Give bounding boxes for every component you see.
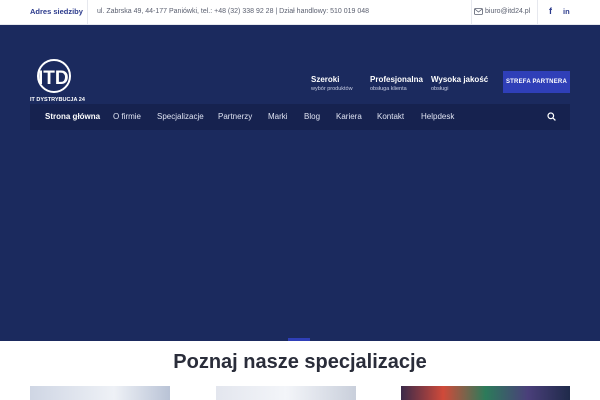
facebook-icon[interactable]: f: [549, 6, 552, 16]
specialization-card-image[interactable]: [30, 386, 170, 400]
main-nav: Strona główna O firmie Specjalizacje Par…: [30, 104, 570, 130]
nav-item-contact[interactable]: Kontakt: [377, 112, 404, 121]
feature-title: Wysoka jakość: [431, 75, 489, 84]
feature-title: Profesjonalna: [370, 75, 423, 84]
nav-item-career[interactable]: Kariera: [336, 112, 362, 121]
feature-subtitle: wybór produktów: [311, 86, 353, 92]
nav-item-partners[interactable]: Partnerzy: [218, 112, 252, 121]
email-link[interactable]: biuro@itd24.pl: [485, 8, 530, 15]
linkedin-icon[interactable]: in: [563, 7, 570, 16]
divider: [471, 0, 472, 25]
feature-subtitle: obsługi: [431, 86, 449, 92]
nav-item-helpdesk[interactable]: Helpdesk: [421, 112, 454, 121]
top-bar: Adres siedziby ul. Zabrska 49, 44-177 Pa…: [0, 0, 600, 25]
search-icon[interactable]: [547, 112, 556, 121]
nav-item-blog[interactable]: Blog: [304, 112, 320, 121]
partner-zone-button[interactable]: STREFA PARTNERA: [503, 71, 570, 93]
section-title: Poznaj nasze specjalizacje: [173, 351, 427, 373]
divider: [537, 0, 538, 25]
feature-professional-service: Profesjonalna obsługa klienta: [370, 75, 423, 92]
nav-item-about[interactable]: O firmie: [113, 112, 141, 121]
nav-item-specializations[interactable]: Specjalizacje: [157, 112, 204, 121]
nav-item-brands[interactable]: Marki: [268, 112, 288, 121]
mail-icon: [474, 8, 483, 15]
feature-wide-selection: Szeroki wybór produktów: [311, 75, 353, 92]
feature-high-quality: Wysoka jakość obsługi: [431, 75, 488, 92]
feature-title: Szeroki: [311, 75, 340, 84]
company-logo[interactable]: ITD IT DYSTRYBUCJA 24: [30, 57, 85, 103]
divider: [87, 0, 88, 25]
specialization-card-image[interactable]: [216, 386, 356, 400]
slider-indicator[interactable]: [288, 338, 310, 341]
logo-tagline: IT DYSTRYBUCJA 24: [30, 97, 85, 103]
svg-text:ITD: ITD: [38, 68, 69, 89]
hero-section: ITD IT DYSTRYBUCJA 24 Szeroki wybór prod…: [0, 25, 600, 341]
address-label: Adres siedziby: [30, 7, 83, 16]
feature-subtitle: obsługa klienta: [370, 86, 407, 92]
logo-mark: ITD: [37, 59, 71, 93]
nav-item-home[interactable]: Strona główna: [45, 112, 100, 121]
specialization-card-image[interactable]: [401, 386, 570, 400]
address-text: ul. Zabrska 49, 44-177 Paniówki, tel.: +…: [97, 7, 370, 15]
